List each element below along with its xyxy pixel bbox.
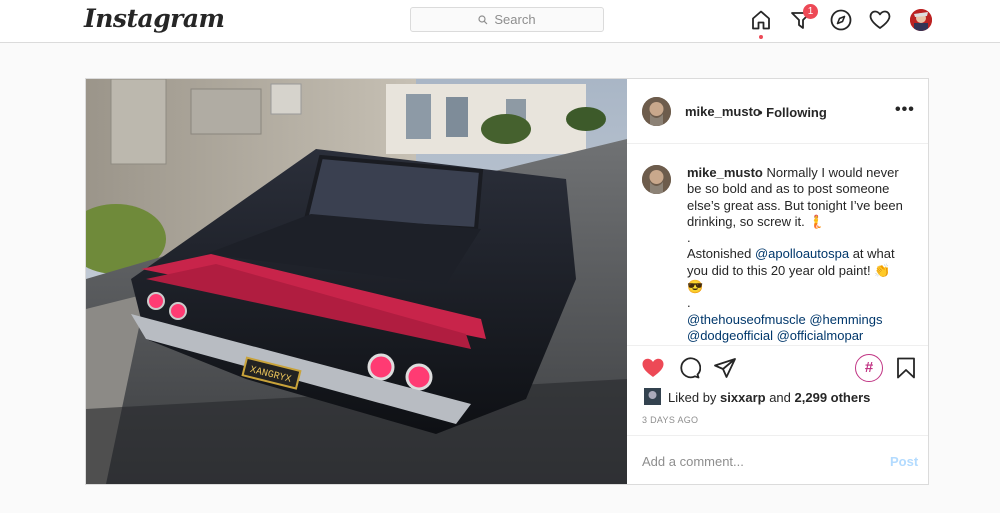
hashtag-button[interactable]: # (855, 354, 883, 382)
caption-separator: . (687, 230, 691, 246)
post-photo[interactable]: XANGRYX (86, 79, 627, 484)
post-timestamp[interactable]: 3 DAYS AGO (642, 415, 698, 425)
explore-icon[interactable] (829, 8, 853, 32)
active-indicator-dot (759, 35, 763, 39)
caption-area: mike_musto Normally I would never be so … (627, 145, 928, 345)
more-options-icon[interactable]: ••• (895, 101, 915, 119)
post-sidebar: mike_musto • Following ••• mike_musto No… (627, 79, 928, 484)
author-avatar[interactable] (642, 97, 671, 126)
tag-link[interactable]: @hemmings (809, 312, 882, 327)
likes-and: and (765, 390, 795, 405)
likes-prefix: Liked by (668, 390, 721, 405)
share-icon[interactable] (713, 356, 737, 380)
activity-heart-icon[interactable] (868, 8, 892, 32)
profile-avatar[interactable] (910, 9, 932, 31)
instagram-logo[interactable]: Instagram (84, 4, 225, 33)
bookmark-icon[interactable] (894, 356, 918, 380)
comment-icon[interactable] (677, 356, 702, 380)
tag-link[interactable]: @dodgeofficial (687, 328, 773, 343)
top-nav: Instagram Search 1 (0, 0, 1000, 43)
post-header: mike_musto • Following ••• (627, 79, 928, 144)
caption-line-2-pre: Astonished (687, 246, 755, 262)
likes-text: Liked by sixxarp and 2,299 others (668, 390, 870, 405)
author-username[interactable]: mike_musto (685, 104, 761, 119)
search-box[interactable]: Search (410, 7, 604, 32)
notification-badge: 1 (803, 4, 818, 19)
search-input[interactable]: Search (494, 12, 535, 27)
post-comment-button[interactable]: Post (890, 454, 918, 469)
tag-link[interactable]: @officialmopar (777, 328, 864, 343)
like-heart-icon[interactable] (641, 356, 665, 380)
caption-separator: . (687, 295, 691, 311)
following-status[interactable]: • Following (758, 105, 827, 120)
caption-username[interactable]: mike_musto (687, 165, 763, 180)
tag-link[interactable]: @thehouseofmuscle (687, 312, 806, 327)
caption-text: mike_musto Normally I would never be so … (687, 165, 909, 344)
comment-box: Post (627, 435, 928, 484)
likes-others-link[interactable]: 2,299 others (795, 390, 871, 405)
home-icon[interactable] (749, 8, 773, 32)
caption-avatar[interactable] (642, 165, 671, 194)
action-bar: # (627, 345, 928, 389)
liker-avatar[interactable] (644, 388, 661, 405)
mention-link[interactable]: @apolloautospa (755, 246, 849, 261)
liker-username[interactable]: sixxarp (720, 390, 766, 405)
post-card: XANGRYX mike_musto • Following ••• mike_… (85, 78, 929, 485)
comment-input[interactable] (642, 452, 862, 470)
search-icon (478, 14, 488, 24)
